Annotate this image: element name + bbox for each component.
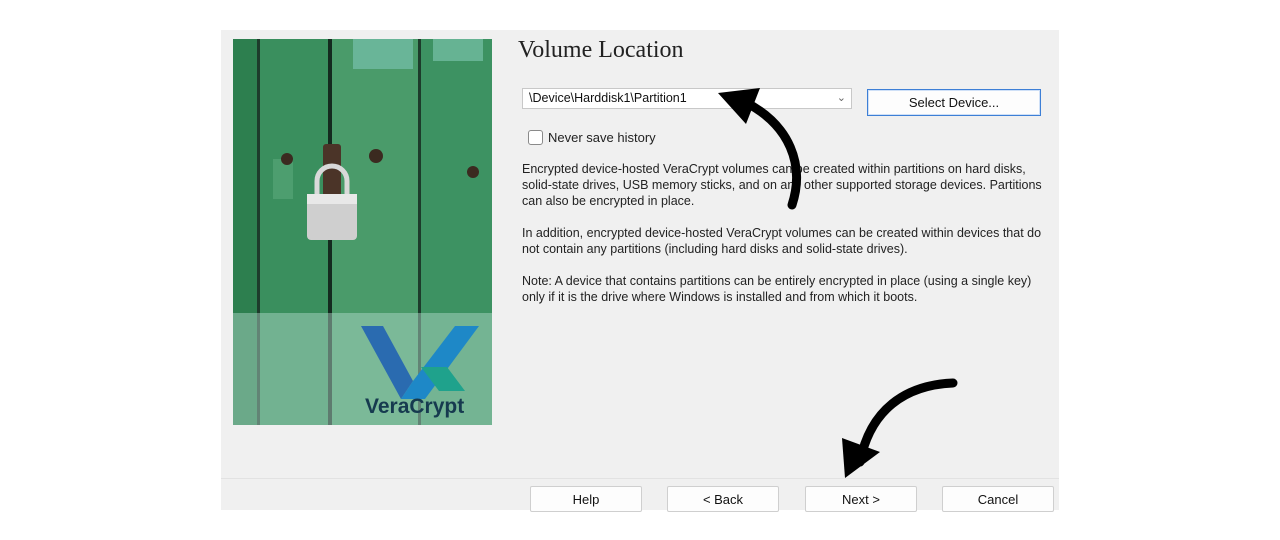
- never-save-history-checkbox[interactable]: [528, 129, 543, 145]
- next-button[interactable]: Next >: [805, 486, 917, 512]
- info-paragraph-1: Encrypted device-hosted VeraCrypt volume…: [522, 162, 1042, 208]
- veracrypt-wizard-dialog: VeraCrypt Volume Location \Device\Harddi…: [221, 30, 1059, 512]
- footer-divider: [221, 478, 1059, 479]
- info-paragraph-3: Note: A device that contains partitions …: [522, 274, 1032, 304]
- select-device-button[interactable]: Select Device...: [867, 89, 1041, 116]
- chevron-down-icon[interactable]: ⌄: [837, 89, 846, 108]
- never-save-history-label: Never save history: [548, 129, 656, 145]
- device-path-value: \Device\Harddisk1\Partition1: [529, 91, 687, 105]
- veracrypt-brand-text: VeraCrypt: [365, 395, 465, 418]
- help-button[interactable]: Help: [530, 486, 642, 512]
- cancel-button[interactable]: Cancel: [942, 486, 1054, 512]
- back-button[interactable]: < Back: [667, 486, 779, 512]
- info-paragraph-2: In addition, encrypted device-hosted Ver…: [522, 226, 1042, 256]
- device-path-combo[interactable]: \Device\Harddisk1\Partition1 ⌄: [522, 88, 852, 109]
- never-save-history-row[interactable]: Never save history: [528, 128, 656, 146]
- wizard-side-image: VeraCrypt: [233, 39, 492, 425]
- page-title: Volume Location: [518, 37, 684, 63]
